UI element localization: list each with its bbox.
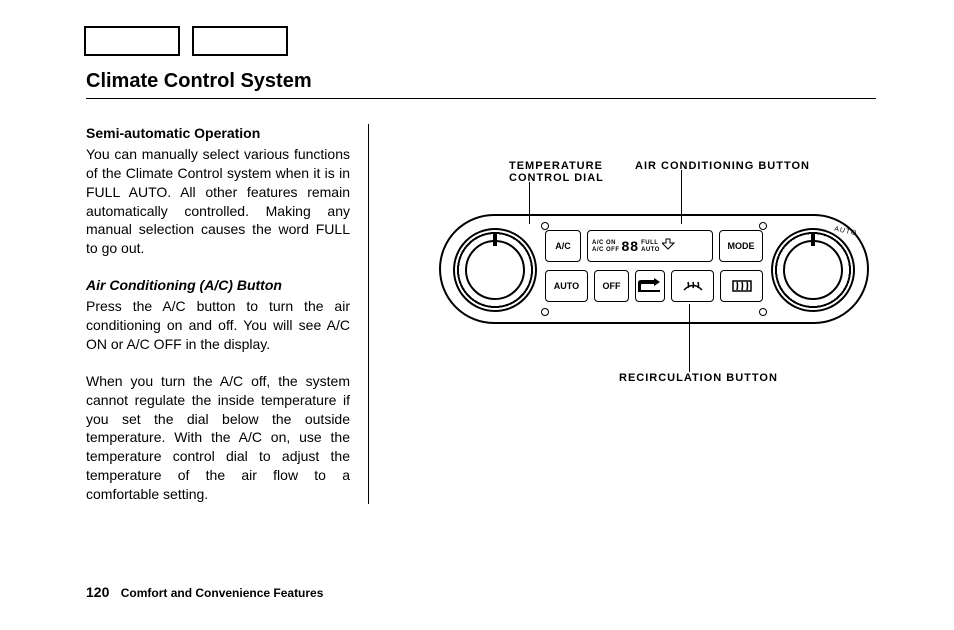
placeholder-box (84, 26, 180, 56)
off-button[interactable]: OFF (594, 270, 629, 302)
page-footer: 120 Comfort and Convenience Features (86, 584, 323, 600)
panel-screw (541, 308, 549, 316)
body-text: You can manually select various function… (86, 145, 350, 258)
dial-indicator-icon (493, 232, 497, 246)
control-row-top: A/C A/C ON A/C OFF 88 FULL AUTO (545, 230, 763, 262)
label-temperature-dial: TEMPERATURE CONTROL DIAL (509, 160, 629, 184)
body-text: Press the A/C button to turn the air con… (86, 297, 350, 354)
main-content: Semi-automatic Operation You can manuall… (86, 124, 876, 504)
auto-button[interactable]: AUTO (545, 270, 588, 302)
placeholder-box (192, 26, 288, 56)
dial-indicator-icon (811, 232, 815, 246)
fan-speed-dial[interactable]: AUTO (771, 228, 855, 312)
panel-screw (759, 222, 767, 230)
temperature-control-dial[interactable] (453, 228, 537, 312)
mode-button[interactable]: MODE (719, 230, 763, 262)
front-defrost-button[interactable] (671, 270, 714, 302)
front-defrost-icon (682, 279, 704, 293)
display-right-status: FULL AUTO (641, 240, 660, 253)
airflow-direction-icon (662, 236, 678, 256)
display-full: FULL (641, 240, 660, 246)
page-number: 120 (86, 584, 109, 600)
subsection-heading: Air Conditioning (A/C) Button (86, 276, 350, 295)
top-placeholder-boxes (84, 26, 288, 56)
ac-button[interactable]: A/C (545, 230, 581, 262)
label-ac-button: AIR CONDITIONING BUTTON (635, 160, 855, 172)
page-section: Comfort and Convenience Features (121, 586, 324, 600)
display-ac-off: A/C OFF (592, 247, 620, 253)
rear-defrost-button[interactable] (720, 270, 763, 302)
recirculation-button[interactable] (635, 270, 665, 302)
display-left-status: A/C ON A/C OFF (592, 240, 620, 253)
recirculation-icon (636, 278, 664, 294)
panel-screw (759, 308, 767, 316)
text-column: Semi-automatic Operation You can manuall… (86, 124, 369, 504)
display-auto: AUTO (641, 247, 660, 253)
owners-manual-page: Climate Control System Semi-automatic Op… (0, 0, 954, 630)
climate-control-panel: AUTO A/C A/C ON A/C OFF 88 FU (439, 214, 869, 324)
control-row-bottom: AUTO OFF (545, 270, 763, 302)
rear-defrost-icon (731, 279, 753, 293)
page-title: Climate Control System (86, 70, 312, 93)
section-heading: Semi-automatic Operation (86, 124, 350, 143)
body-text: When you turn the A/C off, the system ca… (86, 372, 350, 504)
dial-auto-label: AUTO (833, 226, 857, 238)
panel-screw (541, 222, 549, 230)
lcd-display: A/C ON A/C OFF 88 FULL AUTO (587, 230, 713, 262)
display-ac-on: A/C ON (592, 240, 620, 246)
label-recirc-button: RECIRCULATION BUTTON (619, 372, 819, 384)
display-temperature-digits: 88 (622, 243, 640, 249)
title-rule (86, 98, 876, 99)
center-controls: A/C A/C ON A/C OFF 88 FULL AUTO (545, 230, 763, 308)
figure-column: TEMPERATURE CONTROL DIAL AIR CONDITIONIN… (369, 124, 876, 504)
